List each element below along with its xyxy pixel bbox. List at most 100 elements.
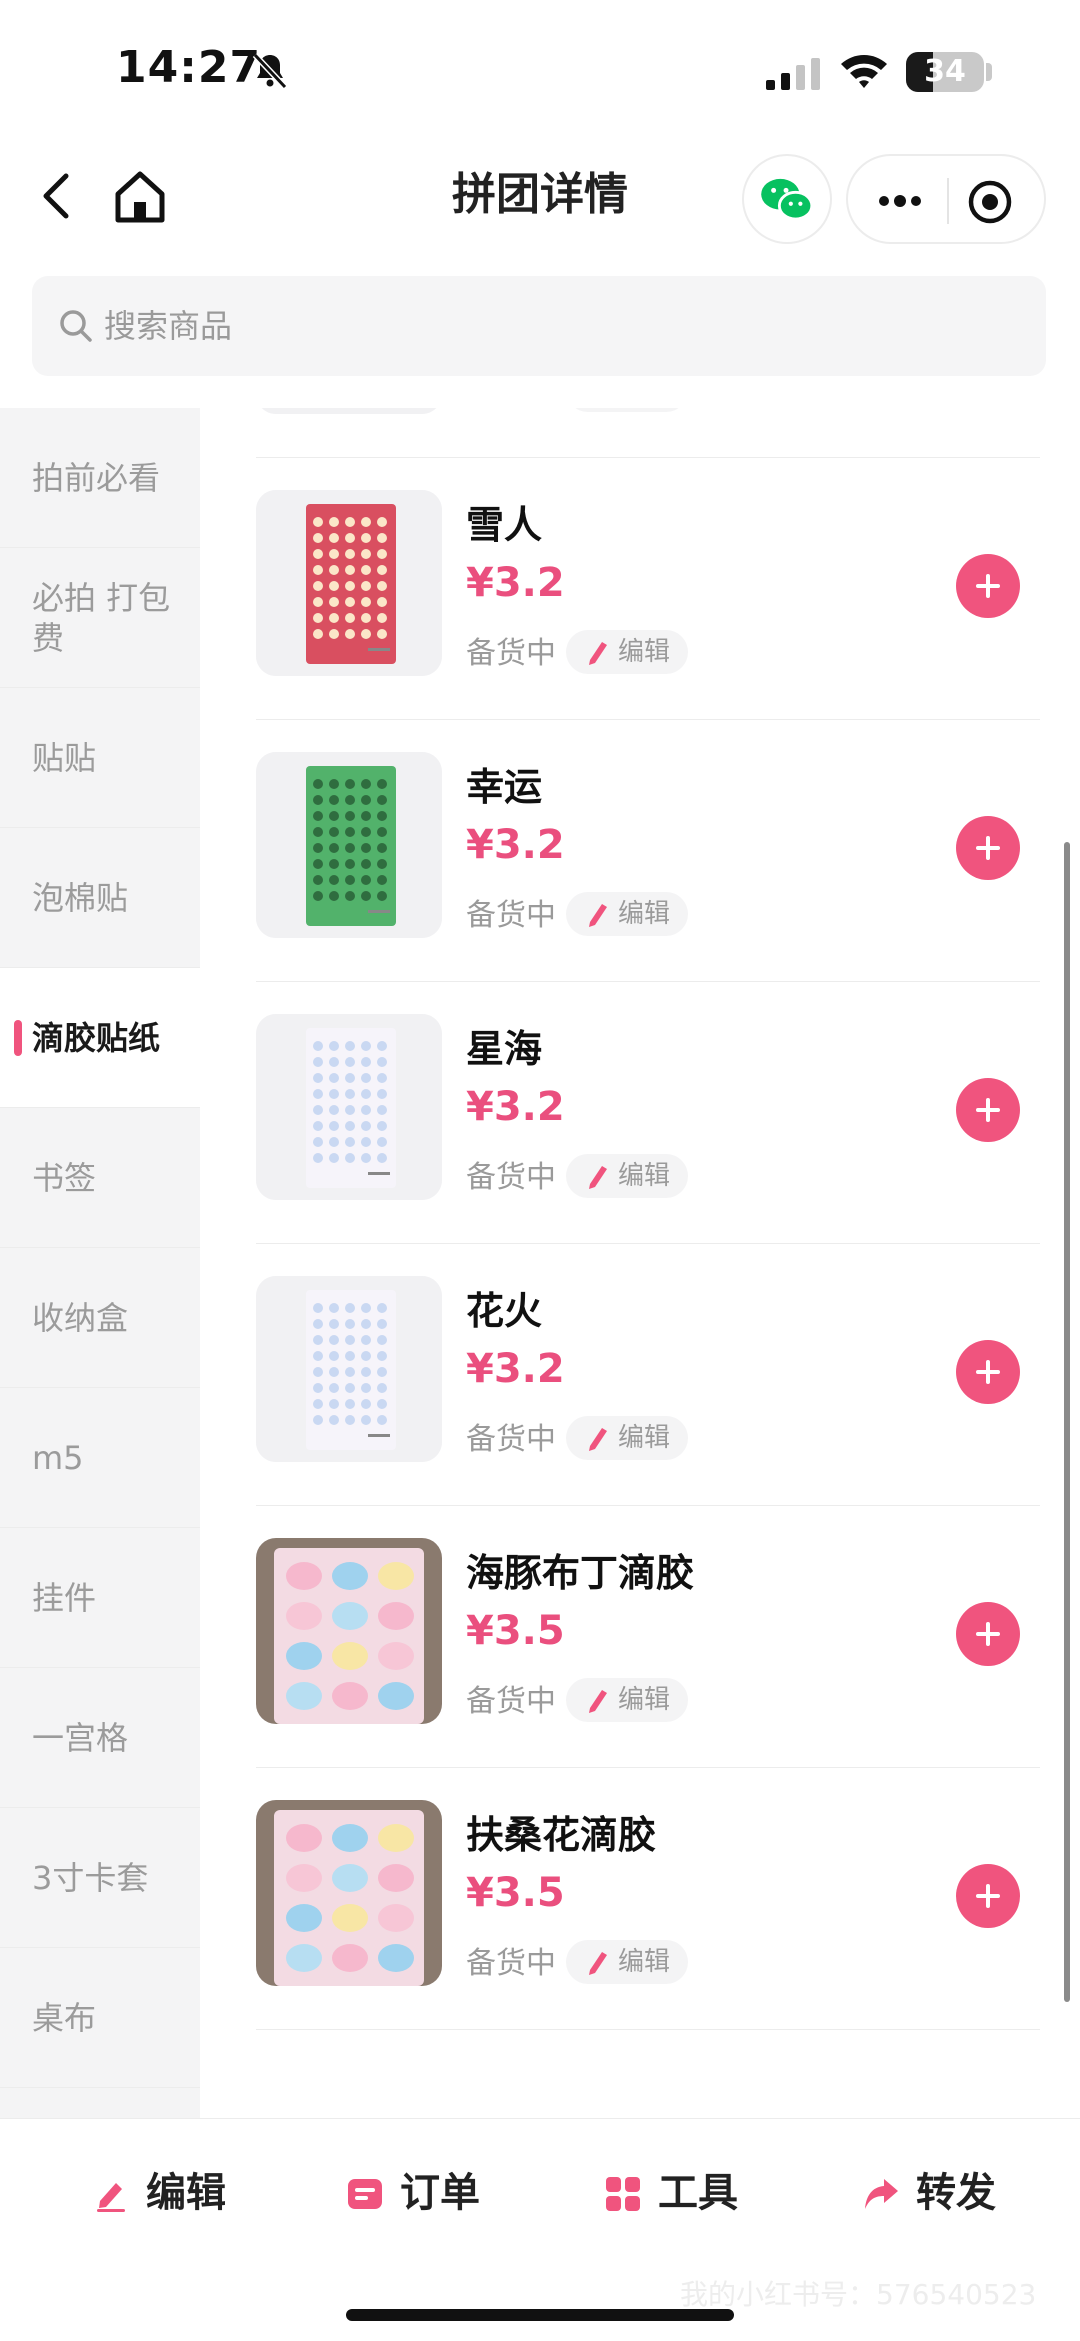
sidebar-item[interactable]: 贴贴 (0, 688, 200, 828)
product-edit-button[interactable]: 编辑 (566, 1940, 688, 1984)
product-item[interactable]: ¥3.2备货中编辑 (256, 408, 1040, 458)
plus-icon (976, 1360, 1000, 1384)
sidebar-item[interactable]: 一宫格 (0, 1668, 200, 1808)
sidebar-item-label: 挂件 (32, 1579, 97, 1617)
pencil-icon (589, 642, 607, 665)
product-edit-button[interactable]: 编辑 (566, 408, 688, 412)
sidebar-item[interactable]: 必拍 打包费 (0, 548, 200, 688)
search-input[interactable]: 搜索商品 (32, 276, 1046, 376)
edit-label: 编辑 (618, 1947, 671, 1977)
sidebar-item-label: 3寸卡套 (32, 1859, 149, 1897)
bell-muted-icon (252, 52, 288, 90)
bottom-tools-button[interactable]: 工具 (604, 2163, 754, 2223)
bottom-edit-button[interactable]: 编辑 (92, 2163, 242, 2223)
scrollbar[interactable] (1064, 842, 1070, 2002)
product-item[interactable]: 雪人 ¥3.2 备货中 编辑 (256, 458, 1040, 720)
product-status: 备货中 (466, 898, 556, 933)
product-edit-button[interactable]: 编辑 (566, 1416, 688, 1460)
product-edit-button[interactable]: 编辑 (566, 1678, 688, 1722)
product-edit-button[interactable]: 编辑 (566, 630, 688, 674)
product-item[interactable]: 扶桑花滴胶 ¥3.5 备货中 编辑 (256, 1768, 1040, 2030)
product-thumbnail[interactable] (256, 1800, 442, 1986)
product-item[interactable]: 幸运 ¥3.2 备货中 编辑 (256, 720, 1040, 982)
edit-label: 编辑 (618, 637, 671, 667)
add-to-cart-button[interactable] (956, 1078, 1020, 1142)
product-thumbnail[interactable] (256, 752, 442, 938)
add-to-cart-button[interactable] (956, 1864, 1020, 1928)
bottom-share-label: 转发 (916, 2170, 996, 2216)
add-to-cart-button[interactable] (956, 1340, 1020, 1404)
plus-icon (976, 836, 1000, 860)
product-name: 幸运 (466, 765, 543, 809)
product-edit-button[interactable]: 编辑 (566, 892, 688, 936)
capsule-divider (947, 178, 949, 224)
nav-bar: 拼团详情 (0, 140, 1080, 270)
add-to-cart-button[interactable] (956, 1602, 1020, 1666)
bottom-orders-label: 订单 (400, 2170, 480, 2216)
product-status: 备货中 (466, 408, 556, 412)
bottom-toolbar: 编辑 订单 工具 转发 我的小红书号：576540523 (0, 2118, 1080, 2341)
signal-icon (766, 58, 820, 90)
sidebar-item[interactable]: 泡棉贴 (0, 828, 200, 968)
product-thumbnail[interactable] (256, 1276, 442, 1462)
plus-icon (976, 574, 1000, 598)
home-indicator[interactable] (346, 2309, 734, 2321)
product-status: 备货中 (466, 1946, 556, 1981)
sidebar-item-label: 滴胶贴纸 (32, 1019, 161, 1057)
sidebar-item-label: m5 (32, 1439, 84, 1477)
product-thumbnail[interactable] (256, 1014, 442, 1200)
sidebar-item[interactable]: 3寸卡套 (0, 1808, 200, 1948)
wechat-share-button[interactable] (742, 154, 832, 244)
plus-icon (976, 1622, 1000, 1646)
back-arrow-icon[interactable] (32, 166, 82, 226)
plus-icon (976, 1884, 1000, 1908)
edit-label: 编辑 (618, 899, 671, 929)
more-icon[interactable] (872, 176, 928, 226)
status-bar: 14:27 34 (0, 0, 1080, 140)
bottom-share-button[interactable]: 转发 (862, 2163, 1012, 2223)
product-edit-button[interactable]: 编辑 (566, 1154, 688, 1198)
product-item[interactable]: 星海 ¥3.2 备货中 编辑 (256, 982, 1040, 1244)
pencil-icon (589, 1952, 607, 1975)
bottom-edit-label: 编辑 (146, 2170, 226, 2216)
sidebar-item[interactable]: m5 (0, 1388, 200, 1528)
wifi-icon (841, 55, 887, 88)
miniprogram-capsule (846, 154, 1046, 244)
product-item[interactable]: 海豚布丁滴胶 ¥3.5 备货中 编辑 (256, 1506, 1040, 1768)
grid-icon (606, 2177, 640, 2211)
pencil-icon (589, 1166, 607, 1189)
search-icon (60, 310, 92, 342)
close-miniprogram-icon[interactable] (966, 178, 1014, 226)
product-name: 扶桑花滴胶 (466, 1813, 657, 1857)
product-thumbnail[interactable] (256, 408, 442, 414)
sidebar-item[interactable]: 拍前必看 (0, 408, 200, 548)
product-thumbnail[interactable] (256, 1538, 442, 1724)
sidebar-item[interactable]: 收纳盒 (0, 1248, 200, 1388)
edit-label: 编辑 (618, 1685, 671, 1715)
sidebar-item-label: 一宫格 (32, 1719, 129, 1757)
product-thumbnail[interactable] (256, 490, 442, 676)
sidebar-item[interactable]: 桌布 (0, 1948, 200, 2088)
sidebar-item-label: 拍前必看 (32, 459, 161, 497)
pencil-icon (589, 904, 607, 927)
product-item[interactable]: 花火 ¥3.2 备货中 编辑 (256, 1244, 1040, 1506)
sidebar-item[interactable]: 挂件 (0, 1528, 200, 1668)
sidebar-item-label: 书签 (32, 1159, 97, 1197)
edit-label: 编辑 (618, 1161, 671, 1191)
home-icon[interactable] (110, 166, 170, 228)
product-price: ¥3.2 (466, 1084, 565, 1130)
add-to-cart-button[interactable] (956, 816, 1020, 880)
product-list: ¥3.2备货中编辑雪人¥3.2备货中编辑幸运¥3.2备货中编辑星海¥3.2备货中… (200, 408, 1080, 2118)
active-indicator (14, 1020, 22, 1056)
wechat-icon (761, 178, 814, 221)
sidebar-item-label: 贴贴 (32, 739, 97, 777)
product-status: 备货中 (466, 1422, 556, 1457)
sidebar-item[interactable]: 滴胶贴纸 (0, 968, 200, 1108)
battery-indicator: 34 (906, 52, 984, 92)
order-icon (348, 2179, 382, 2209)
add-to-cart-button[interactable] (956, 554, 1020, 618)
battery-tip (986, 63, 992, 81)
product-status: 备货中 (466, 1684, 556, 1719)
bottom-orders-button[interactable]: 订单 (346, 2163, 496, 2223)
sidebar-item[interactable]: 书签 (0, 1108, 200, 1248)
